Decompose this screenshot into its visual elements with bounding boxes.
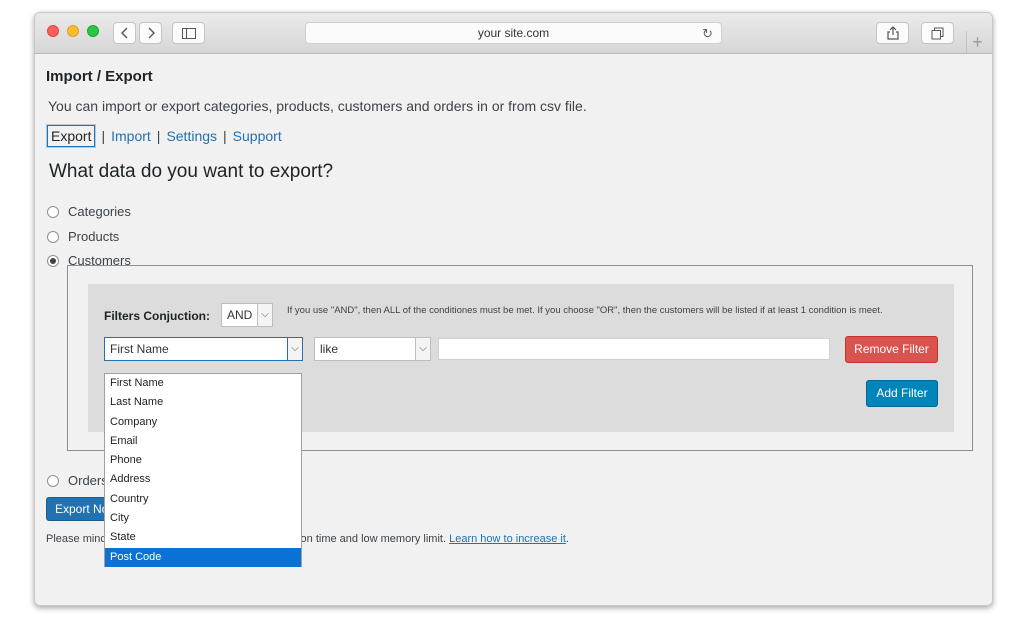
chevron-down-icon: ⌵ bbox=[415, 338, 430, 360]
close-window-button[interactable] bbox=[47, 25, 59, 37]
note-start: Please minc bbox=[46, 533, 106, 545]
conjunction-select[interactable]: AND ⌵ bbox=[221, 303, 273, 327]
conjunction-value: AND bbox=[227, 308, 253, 322]
note-middle: ution time and low memory limit. bbox=[288, 533, 447, 545]
tab-import[interactable]: Import bbox=[111, 128, 151, 144]
browser-toolbar: your site.com ↻ + bbox=[35, 13, 992, 54]
filter-field-value: First Name bbox=[110, 342, 169, 356]
chevron-down-icon: ⌵ bbox=[257, 304, 272, 326]
tab-separator: | bbox=[156, 128, 161, 144]
tab-separator: | bbox=[101, 128, 106, 144]
dropdown-option-state[interactable]: State bbox=[105, 528, 301, 547]
sidebar-button[interactable] bbox=[172, 22, 205, 44]
chevron-down-icon: ⌵ bbox=[287, 338, 302, 360]
radio-button[interactable] bbox=[47, 205, 59, 218]
new-tab-button[interactable]: + bbox=[966, 31, 988, 53]
dropdown-option-phone[interactable]: Phone bbox=[105, 451, 301, 470]
zoom-window-button[interactable] bbox=[87, 25, 99, 37]
add-filter-button[interactable]: Add Filter bbox=[866, 380, 938, 407]
reload-icon[interactable]: ↻ bbox=[702, 23, 713, 44]
chevron-right-icon bbox=[148, 27, 155, 39]
minimize-window-button[interactable] bbox=[67, 25, 79, 37]
radio-button-checked[interactable] bbox=[47, 254, 59, 267]
tabs-overview-button[interactable] bbox=[921, 22, 954, 44]
section-heading: What data do you want to export? bbox=[49, 161, 334, 182]
tab-separator: | bbox=[223, 128, 227, 144]
remove-filter-button[interactable]: Remove Filter bbox=[845, 336, 938, 363]
conjunction-label: Filters Conjuction: bbox=[104, 309, 210, 323]
share-button[interactable] bbox=[876, 22, 909, 44]
dropdown-option-city[interactable]: City bbox=[105, 509, 301, 528]
tabs-icon bbox=[931, 27, 944, 39]
radio-button[interactable] bbox=[47, 230, 59, 243]
filter-value-input[interactable] bbox=[438, 338, 830, 360]
tab-export[interactable]: Export bbox=[47, 125, 96, 147]
radio-button[interactable] bbox=[47, 474, 59, 487]
tab-settings[interactable]: Settings bbox=[166, 128, 217, 144]
filter-operator-select[interactable]: like ⌵ bbox=[314, 337, 431, 361]
tab-bar: Export | Import | Settings | Support bbox=[47, 125, 282, 147]
option-label: Products bbox=[68, 229, 120, 244]
option-label: Orders bbox=[68, 473, 108, 488]
increase-limit-link[interactable]: Learn how to increase it bbox=[449, 533, 566, 545]
dropdown-option-country[interactable]: Country bbox=[105, 490, 301, 509]
dropdown-option-post-code[interactable]: Post Code bbox=[105, 547, 301, 567]
share-icon bbox=[886, 26, 899, 40]
browser-window: your site.com ↻ + Import / Export You ca… bbox=[34, 12, 993, 606]
plus-icon: + bbox=[972, 32, 983, 52]
back-button[interactable] bbox=[113, 22, 136, 44]
dropdown-option-first-name[interactable]: First Name bbox=[105, 374, 301, 393]
option-products[interactable]: Products bbox=[47, 229, 119, 244]
url-text: your site.com bbox=[477, 26, 550, 40]
filter-operator-value: like bbox=[320, 342, 339, 356]
option-label: Categories bbox=[68, 204, 131, 219]
dropdown-option-last-name[interactable]: Last Name bbox=[105, 393, 301, 412]
dropdown-option-address[interactable]: Address bbox=[105, 470, 301, 489]
dropdown-option-company[interactable]: Company bbox=[105, 413, 301, 432]
page-content: Import / Export You can import or export… bbox=[35, 55, 992, 605]
option-orders[interactable]: Orders bbox=[47, 473, 108, 488]
page-title: Import / Export bbox=[46, 68, 153, 85]
address-bar[interactable]: your site.com ↻ bbox=[305, 22, 722, 44]
forward-button[interactable] bbox=[139, 22, 162, 44]
field-options-dropdown[interactable]: First Name Last Name Company Email Phone… bbox=[104, 373, 302, 567]
sidebar-icon bbox=[181, 27, 196, 39]
note-end: . bbox=[565, 533, 569, 545]
chevron-left-icon bbox=[120, 27, 127, 39]
conjunction-hint: If you use "AND", then ALL of the condit… bbox=[287, 305, 883, 316]
dropdown-option-email[interactable]: Email bbox=[105, 432, 301, 451]
page-description: You can import or export categories, pro… bbox=[48, 98, 587, 114]
tab-support[interactable]: Support bbox=[233, 128, 282, 144]
filter-field-select[interactable]: First Name ⌵ bbox=[104, 337, 303, 361]
option-categories[interactable]: Categories bbox=[47, 204, 131, 219]
